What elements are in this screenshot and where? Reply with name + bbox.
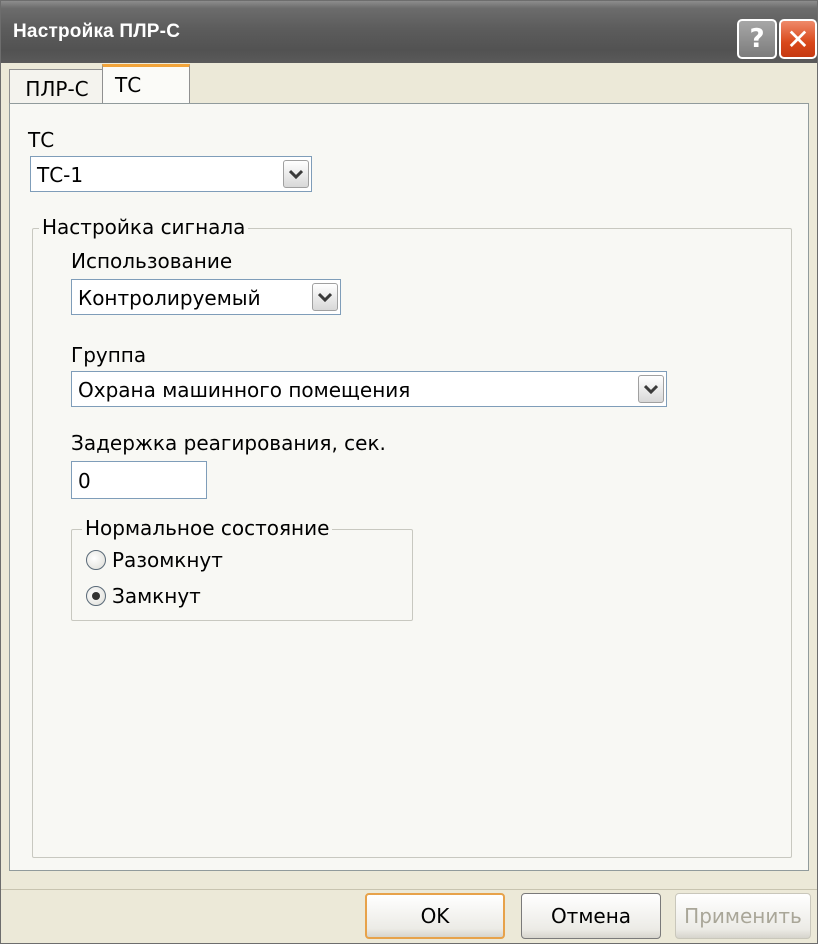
tab-tc[interactable]: ТС [102, 64, 190, 106]
apply-button-label: Применить [684, 904, 802, 928]
normal-state-group: Нормальное состояние Разомкнут Замкнут [71, 516, 413, 621]
tab-label: ТС [115, 73, 142, 97]
apply-button[interactable]: Применить [675, 893, 811, 939]
radio-closed[interactable]: Замкнут [86, 584, 286, 608]
delay-input-value: 0 [78, 469, 91, 493]
group-select-value: Охрана машинного помещения [78, 378, 411, 402]
title-bar[interactable]: Настройка ПЛР-С ? ✕ [1, 1, 817, 63]
chevron-down-icon[interactable] [638, 375, 664, 403]
dialog-window: Настройка ПЛР-С ? ✕ ПЛР-С ТС ТС ТС-1 Нас… [0, 0, 818, 944]
delay-label: Задержка реагирования, сек. [71, 431, 386, 455]
tc-select-value: ТС-1 [37, 163, 84, 187]
chevron-down-icon[interactable] [283, 160, 309, 188]
cancel-button-label: Отмена [550, 904, 632, 928]
tab-label: ПЛР-С [25, 77, 89, 101]
group-label: Группа [71, 343, 147, 367]
close-icon: ✕ [786, 22, 810, 56]
signal-settings-group: Настройка сигнала Использование Контроли… [32, 215, 792, 858]
radio-selected-dot [92, 592, 100, 600]
signal-settings-legend: Настройка сигнала [39, 215, 249, 239]
radio-button-checked[interactable] [86, 586, 106, 606]
radio-closed-label: Замкнут [112, 584, 201, 608]
radio-open-label: Разомкнут [112, 548, 223, 572]
delay-input[interactable]: 0 [71, 461, 207, 499]
ok-button[interactable]: OK [365, 893, 505, 939]
cancel-button[interactable]: Отмена [521, 893, 661, 939]
radio-open[interactable]: Разомкнут [86, 548, 286, 572]
usage-label: Использование [71, 249, 233, 273]
tab-plr-s[interactable]: ПЛР-С [9, 69, 105, 103]
usage-select[interactable]: Контролируемый [71, 279, 341, 315]
usage-select-value: Контролируемый [78, 286, 261, 310]
tc-label: ТС [28, 128, 55, 152]
window-title: Настройка ПЛР-С [13, 21, 181, 42]
radio-button-unchecked[interactable] [86, 550, 106, 570]
chevron-down-icon[interactable] [312, 283, 338, 311]
group-select[interactable]: Охрана машинного помещения [71, 371, 667, 407]
help-icon: ? [749, 24, 765, 54]
normal-state-legend: Нормальное состояние [82, 516, 333, 540]
tc-select[interactable]: ТС-1 [30, 156, 312, 192]
footer-separator [1, 889, 817, 890]
close-button[interactable]: ✕ [779, 19, 817, 59]
help-button[interactable]: ? [737, 19, 777, 59]
ok-button-label: OK [420, 904, 450, 928]
tab-panel: ТС ТС-1 Настройка сигнала Использование … [9, 103, 809, 871]
